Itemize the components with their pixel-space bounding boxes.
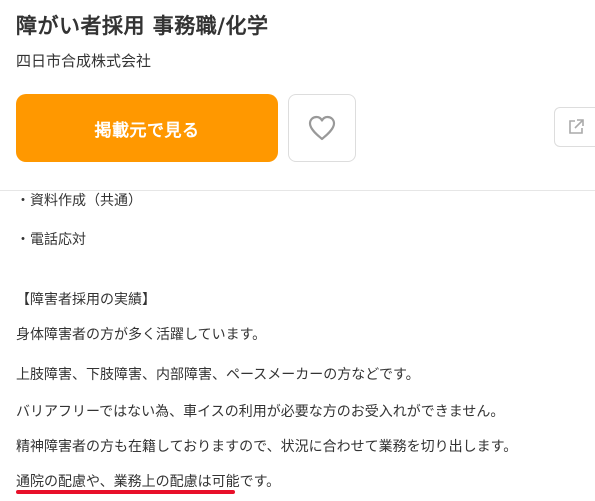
external-link-icon: [569, 119, 584, 134]
view-original-button[interactable]: 掲載元で見る: [16, 94, 278, 162]
job-detail-page: 障がい者採用 事務職/化学 四日市合成株式会社 掲載元で見る ・資料作成（共通）…: [0, 0, 595, 501]
description-paragraph: 精神障害者の方も在籍しておりますので、状況に合わせて業務を切り出します。: [16, 439, 518, 455]
section-heading: 【障害者採用の実績】: [16, 292, 156, 308]
favorite-button[interactable]: [288, 94, 356, 162]
company-name: 四日市合成株式会社: [16, 52, 152, 70]
highlight-underline: [16, 490, 235, 494]
duty-item: ・資料作成（共通）: [16, 193, 142, 209]
description-paragraph: 身体障害者の方が多く活躍しています。: [16, 327, 267, 343]
description-paragraph: バリアフリーではない為、車イスの利用が必要な方のお受入れができません。: [16, 404, 505, 420]
share-button[interactable]: [554, 107, 595, 147]
heart-icon: [308, 115, 336, 141]
job-title: 障がい者採用 事務職/化学: [16, 14, 269, 38]
description-paragraph: 上肢障害、下肢障害、内部障害、ペースメーカーの方などです。: [16, 367, 420, 383]
duty-item: ・電話応対: [16, 232, 86, 248]
description-paragraph: 通院の配慮や、業務上の配慮は可能です。: [16, 474, 281, 490]
